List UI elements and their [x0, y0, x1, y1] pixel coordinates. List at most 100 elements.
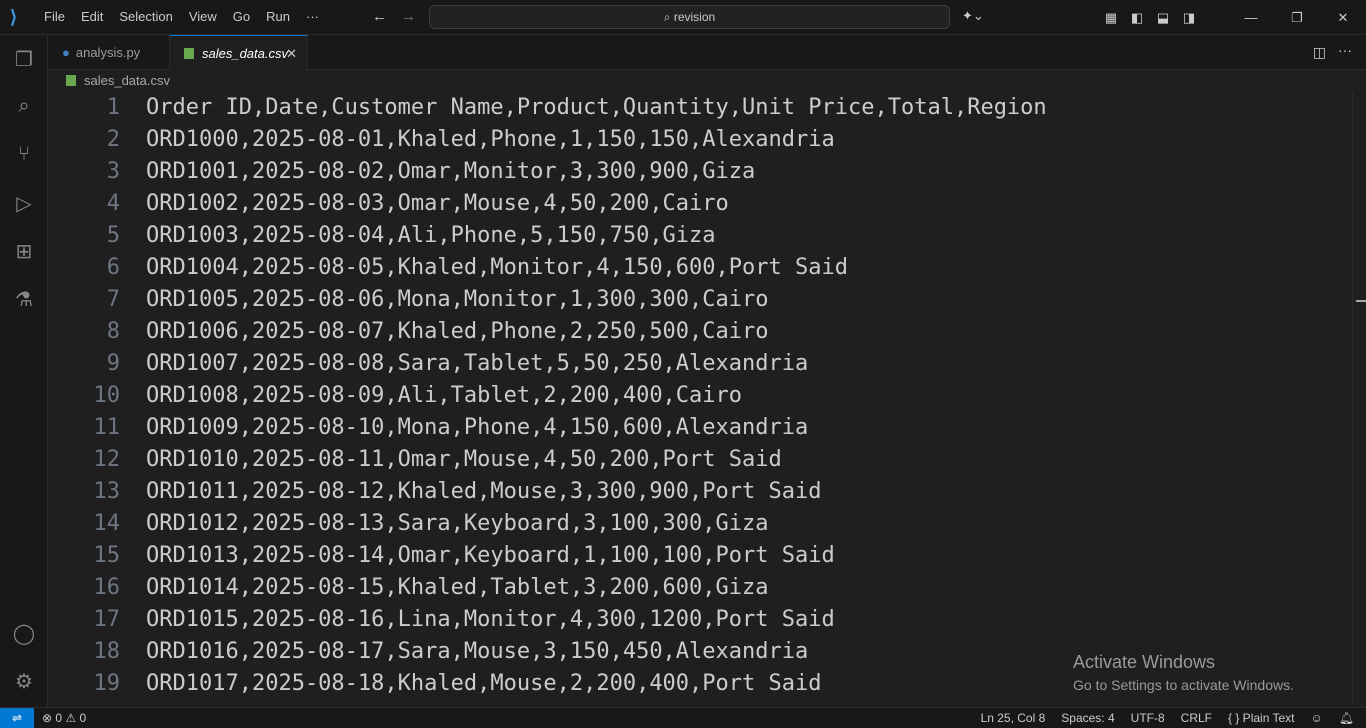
extensions-icon[interactable]: ⊞: [12, 239, 36, 263]
run-debug-icon[interactable]: ▷: [12, 191, 36, 215]
search-icon: ⌕: [663, 10, 674, 24]
split-editor-icon[interactable]: ◫: [1313, 44, 1326, 61]
line-text: ORD1012,2025-08-13,Sara,Keyboard,3,100,3…: [146, 511, 769, 536]
cursor-position[interactable]: Ln 25, Col 8: [981, 708, 1046, 728]
explorer-icon[interactable]: ❐: [12, 47, 36, 71]
code-line[interactable]: 7 ORD1005,2025-08-06,Mona,Monitor,1,300,3…: [48, 284, 1352, 316]
code-line[interactable]: 12 ORD1010,2025-08-11,Omar,Mouse,4,50,200…: [48, 444, 1352, 476]
menu-item-edit[interactable]: Edit: [81, 9, 103, 24]
code-line[interactable]: 1 Order ID,Date,Customer Name,Product,Qua…: [48, 92, 1352, 124]
code-editor[interactable]: 1 Order ID,Date,Customer Name,Product,Qua…: [48, 92, 1352, 702]
code-line[interactable]: 11 ORD1009,2025-08-10,Mona,Phone,4,150,60…: [48, 412, 1352, 444]
line-number: 12: [93, 447, 121, 472]
minimize-button[interactable]: —: [1228, 10, 1274, 25]
line-number: 19: [93, 671, 121, 696]
line-text: ORD1009,2025-08-10,Mona,Phone,4,150,600,…: [146, 415, 809, 440]
line-text: ORD1001,2025-08-02,Omar,Monitor,3,300,90…: [146, 159, 756, 184]
copilot-status-icon[interactable]: ☺: [1311, 708, 1323, 728]
line-text: ORD1010,2025-08-11,Omar,Mouse,4,50,200,P…: [146, 447, 782, 472]
toggle-panel-icon[interactable]: ⬓: [1150, 10, 1176, 26]
code-line[interactable]: 15 ORD1013,2025-08-14,Omar,Keyboard,1,100…: [48, 540, 1352, 572]
copilot-icon[interactable]: ✦⌄: [962, 8, 984, 24]
source-control-icon[interactable]: ⑂: [12, 143, 36, 167]
testing-icon[interactable]: ⚗: [12, 287, 36, 311]
menu-bar: File Edit Selection View Go Run ···: [44, 8, 335, 26]
vscode-logo-icon: ⟩: [10, 7, 18, 27]
line-number: 8: [106, 319, 120, 344]
activity-bar: ❐ ⌕ ⑂ ▷ ⊞ ⚗ ◯ ⚙: [0, 35, 48, 707]
line-number: 1: [106, 95, 120, 120]
line-ending[interactable]: CRLF: [1181, 708, 1212, 728]
restore-button[interactable]: ❐: [1274, 10, 1320, 26]
breadcrumb[interactable]: sales_data.csv: [66, 73, 170, 88]
code-line[interactable]: 8 ORD1006,2025-08-07,Khaled,Phone,2,250,5…: [48, 316, 1352, 348]
language-mode[interactable]: { } Plain Text: [1228, 708, 1295, 728]
indentation[interactable]: Spaces: 4: [1061, 708, 1114, 728]
line-text: ORD1011,2025-08-12,Khaled,Mouse,3,300,90…: [146, 479, 822, 504]
problems-indicator[interactable]: ⊗ 0 ⚠ 0: [42, 708, 86, 728]
line-text: ORD1016,2025-08-17,Sara,Mouse,3,150,450,…: [146, 639, 809, 664]
encoding[interactable]: UTF-8: [1131, 708, 1165, 728]
line-text: ORD1017,2025-08-18,Khaled,Mouse,2,200,40…: [146, 671, 822, 696]
line-text: ORD1003,2025-08-04,Ali,Phone,5,150,750,G…: [146, 223, 716, 248]
line-text: ORD1008,2025-08-09,Ali,Tablet,2,200,400,…: [146, 383, 743, 408]
customize-layout-icon[interactable]: ▦: [1098, 10, 1124, 26]
line-number: 13: [93, 479, 121, 504]
editor-scrollbar[interactable]: [1352, 92, 1366, 702]
menu-item-[interactable]: ···: [306, 9, 319, 24]
line-text: ORD1005,2025-08-06,Mona,Monitor,1,300,30…: [146, 287, 769, 312]
search-icon[interactable]: ⌕: [12, 95, 36, 119]
code-line[interactable]: 5 ORD1003,2025-08-04,Ali,Phone,5,150,750,…: [48, 220, 1352, 252]
menu-item-view[interactable]: View: [189, 9, 217, 24]
toggle-secondary-sidebar-icon[interactable]: ◨: [1176, 10, 1202, 26]
line-number: 6: [106, 255, 120, 280]
code-line[interactable]: 10 ORD1008,2025-08-09,Ali,Tablet,2,200,40…: [48, 380, 1352, 412]
line-number: 17: [93, 607, 121, 632]
line-text: ORD1002,2025-08-03,Omar,Mouse,4,50,200,C…: [146, 191, 729, 216]
editor-tabs: ● analysis.py sales_data.csv ✕ ◫ ···: [48, 35, 1366, 71]
line-number: 9: [106, 351, 120, 376]
menu-item-file[interactable]: File: [44, 9, 65, 24]
line-number: 16: [93, 575, 121, 600]
accounts-icon[interactable]: ◯: [12, 621, 36, 645]
more-actions-icon[interactable]: ···: [1338, 42, 1352, 58]
code-line[interactable]: 2 ORD1000,2025-08-01,Khaled,Phone,1,150,1…: [48, 124, 1352, 156]
back-icon[interactable]: ←: [372, 8, 387, 25]
line-number: 5: [106, 223, 120, 248]
menu-item-run[interactable]: Run: [266, 9, 290, 24]
line-text: ORD1015,2025-08-16,Lina,Monitor,4,300,12…: [146, 607, 835, 632]
code-line[interactable]: 9 ORD1007,2025-08-08,Sara,Tablet,5,50,250…: [48, 348, 1352, 380]
line-number: 14: [93, 511, 121, 536]
line-text: Order ID,Date,Customer Name,Product,Quan…: [146, 95, 1047, 120]
menu-item-selection[interactable]: Selection: [119, 9, 172, 24]
command-center-search[interactable]: ⌕ revision: [429, 5, 950, 29]
tab-sales-data-csv[interactable]: sales_data.csv ✕: [170, 35, 308, 71]
code-line[interactable]: 4 ORD1002,2025-08-03,Omar,Mouse,4,50,200,…: [48, 188, 1352, 220]
menu-item-go[interactable]: Go: [233, 9, 250, 24]
code-line[interactable]: 16 ORD1014,2025-08-15,Khaled,Tablet,3,200…: [48, 572, 1352, 604]
notifications-bell-icon[interactable]: 🔔︎: [1339, 708, 1354, 728]
csv-file-icon: [66, 75, 76, 86]
remote-indicator-icon[interactable]: ⇌: [0, 708, 34, 728]
line-number: 2: [106, 127, 120, 152]
code-line[interactable]: 14 ORD1012,2025-08-13,Sara,Keyboard,3,100…: [48, 508, 1352, 540]
windows-activation-watermark: Activate Windows Go to Settings to activ…: [1073, 652, 1294, 693]
code-line[interactable]: 17 ORD1015,2025-08-16,Lina,Monitor,4,300,…: [48, 604, 1352, 636]
settings-gear-icon[interactable]: ⚙: [12, 669, 36, 693]
line-text: ORD1004,2025-08-05,Khaled,Monitor,4,150,…: [146, 255, 848, 280]
tab-analysis-py[interactable]: ● analysis.py: [48, 35, 170, 70]
line-number: 3: [106, 159, 120, 184]
line-text: ORD1013,2025-08-14,Omar,Keyboard,1,100,1…: [146, 543, 835, 568]
code-line[interactable]: 3 ORD1001,2025-08-02,Omar,Monitor,3,300,9…: [48, 156, 1352, 188]
forward-icon[interactable]: →: [401, 8, 416, 25]
line-number: 18: [93, 639, 121, 664]
line-number: 10: [93, 383, 121, 408]
close-tab-icon[interactable]: ✕: [286, 36, 297, 71]
code-line[interactable]: 6 ORD1004,2025-08-05,Khaled,Monitor,4,150…: [48, 252, 1352, 284]
close-window-button[interactable]: ✕: [1320, 10, 1366, 26]
line-number: 4: [106, 191, 120, 216]
toggle-sidebar-icon[interactable]: ◧: [1124, 10, 1150, 26]
line-number: 7: [106, 287, 120, 312]
line-text: ORD1014,2025-08-15,Khaled,Tablet,3,200,6…: [146, 575, 769, 600]
code-line[interactable]: 13 ORD1011,2025-08-12,Khaled,Mouse,3,300,…: [48, 476, 1352, 508]
